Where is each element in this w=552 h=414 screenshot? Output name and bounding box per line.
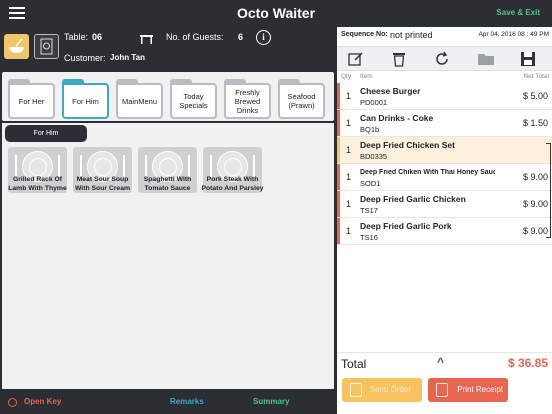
menu-item-card[interactable]: Pork Steak With Potato And Parsley [201,147,264,193]
order-row[interactable]: 1 Deep Fried Garlic Pork TS16 $ 9.00 [337,218,552,245]
column-net-total: Net Total [523,73,549,80]
order-row[interactable]: 1 Cheese Burger PD0001 $ 5.00 [337,83,552,110]
order-column-header: Qty Item Net Total [337,71,552,83]
order-row[interactable]: 1 Deep Fried Garlic Chicken TS17 $ 9.00 [337,191,552,218]
guests-label: No. of Guests: [166,32,224,42]
send-order-icon [350,383,362,397]
send-order-button[interactable]: Send Order [342,378,422,402]
table-label: Table: [64,32,89,42]
total-row: Total ^ $ 36.85 [337,352,552,374]
category-seafood-prawn[interactable]: Seafood (Prawn) [278,79,325,119]
folder-icon[interactable] [477,51,495,67]
guests-count: 6 [238,32,244,42]
menu-item-card[interactable]: Meat Sour Soup With Sour Cream [73,147,132,193]
info-icon[interactable]: i [256,30,271,45]
menu-item-card[interactable]: Spaghetti With Tomato Sauce [138,147,197,193]
table-icon [139,32,154,50]
send-order-label: Send Order [369,385,411,394]
open-key-button[interactable]: Open Key [24,397,61,406]
category-today-specials[interactable]: Today Specials [170,79,217,119]
sequence-row: Sequence No: not printed Apr 04, 2016 08… [337,27,552,45]
refresh-icon[interactable] [433,51,451,67]
save-disk-icon[interactable] [519,51,537,67]
table-number: 06 [92,32,103,42]
chevron-up-icon[interactable]: ^ [437,355,444,369]
sequence-label: Sequence No: [341,31,388,38]
total-amount: $ 36.85 [507,356,548,370]
print-receipt-button[interactable]: Print Receipt [428,378,508,402]
receipt-icon[interactable] [34,34,59,59]
column-item: Item [360,73,373,80]
category-for-her[interactable]: For Her [8,79,55,119]
order-toolbar [337,46,552,71]
bottom-bar: Open Key Remarks Summary [0,390,336,414]
top-bar: Octo Waiter Save & Exit [0,0,552,27]
order-row-selected[interactable]: 1 Deep Fried Chicken Set BD0335 [337,137,552,164]
total-label: Total [341,357,367,371]
set-group-bracket [546,143,551,238]
delete-icon[interactable] [390,51,408,67]
order-date: Apr 04, 2016 08 : 49 PM [478,31,549,38]
sequence-value: not printed [390,30,433,40]
food-bowl-icon[interactable] [4,34,29,59]
order-panel: Sequence No: not printed Apr 04, 2016 08… [337,27,552,414]
edit-icon[interactable] [347,51,365,67]
order-row[interactable]: 1 Deep Fried Chiken With Thai Honey Sauc… [337,164,552,191]
menu-items-area: For Him Grilled Rack Of Lamb With Thyme … [2,123,334,389]
order-row[interactable]: 1 Can Drinks - Coke BQ1b $ 1.50 [337,110,552,137]
app-title: Octo Waiter [236,5,316,21]
table-info: Table: 06 No. of Guests: 6 i Customer: J… [0,27,336,68]
remarks-button[interactable]: Remarks [170,397,204,406]
save-exit-button[interactable]: Save & Exit [496,8,540,17]
summary-button[interactable]: Summary [253,397,289,406]
section-label: For Him [5,125,87,142]
open-key-icon[interactable] [8,398,17,407]
printer-icon [436,383,448,397]
category-for-him[interactable]: For Him [62,79,109,119]
category-bar: For Her For Him MainMenu Today Specials … [2,72,334,121]
menu-item-card[interactable]: Grilled Rack Of Lamb With Thyme [8,147,67,193]
customer-name: John Tan [110,53,145,62]
column-qty: Qty [341,73,352,80]
customer-label: Customer: [64,53,106,63]
category-mainmenu[interactable]: MainMenu [116,79,163,119]
menu-panel: Table: 06 No. of Guests: 6 i Customer: J… [0,27,336,390]
category-freshly-brewed-drinks[interactable]: Freshly Brewed Drinks [224,79,271,119]
print-receipt-label: Print Receipt [457,385,503,394]
